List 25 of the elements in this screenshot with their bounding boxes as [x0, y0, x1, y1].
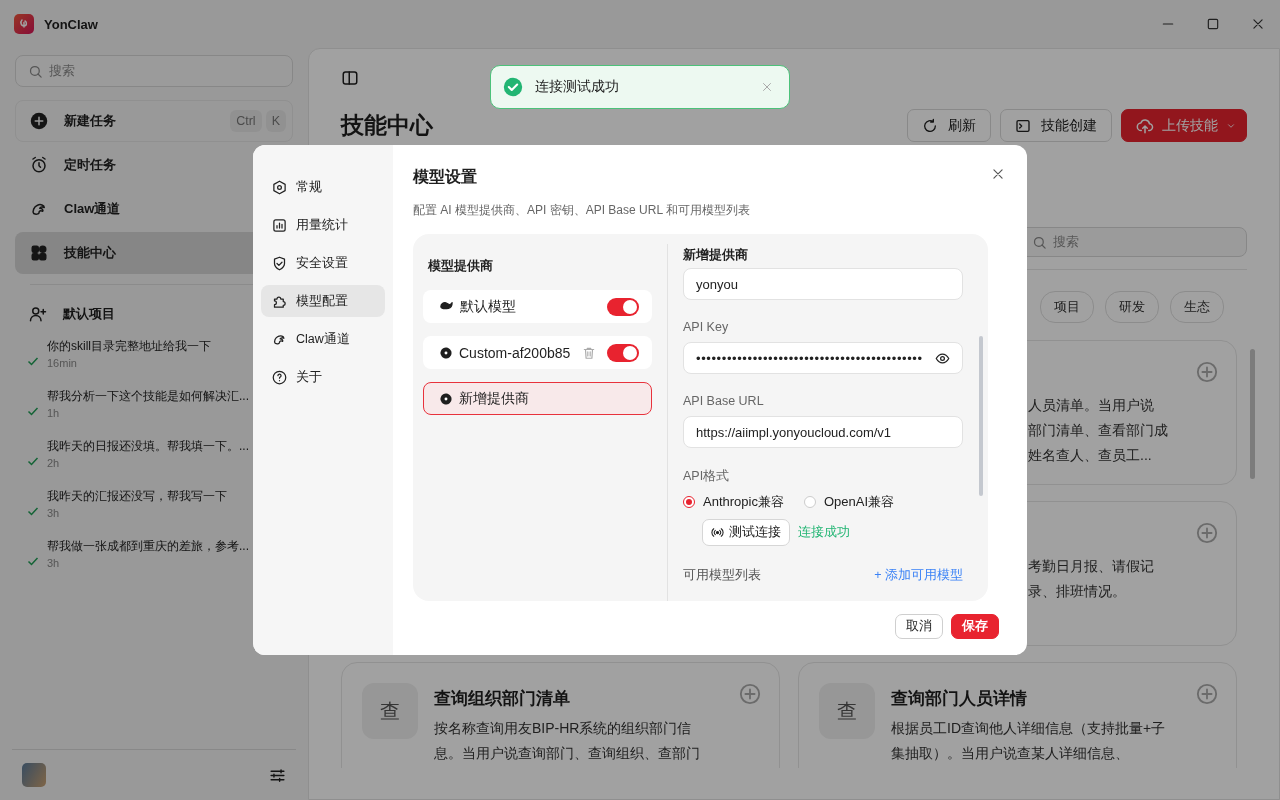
skill-description: 考勤日月报、请假记 — [1028, 557, 1155, 576]
skill-description: 根据员工ID查询他人详细信息（支持批量+子集抽取）。当用户说查某人详细信息、 — [891, 719, 1167, 763]
field-label: 可用模型列表 — [683, 567, 761, 584]
shortcut-key: K — [265, 110, 286, 132]
skill-description: 部门清单、查看部门成 — [1028, 421, 1169, 440]
field-label: API格式 — [683, 468, 731, 485]
section-heading: 模型提供商 — [426, 258, 494, 275]
skill-title: 查询部门人员详情 — [891, 688, 1028, 710]
skill-description: 录、排班情况。 — [1028, 582, 1127, 601]
field-label: API Key — [683, 320, 730, 334]
skill-icon: 查 — [819, 683, 875, 739]
skill-icon: 查 — [362, 683, 418, 739]
page-title: 技能中心 — [341, 111, 433, 140]
app-title: YonClaw — [44, 16, 98, 32]
toast-message: 连接测试成功 — [535, 78, 619, 96]
dialog-title: 模型设置 — [413, 167, 477, 187]
skill-description: 按名称查询用友BIP-HR系统的组织部门信息。当用户说查询部门、查询组织、查部门 — [434, 719, 701, 763]
skill-description: 人员清单。当用户说 — [1028, 396, 1155, 415]
shortcut-key: Ctrl — [230, 110, 262, 132]
connection-status: 连接成功 — [798, 524, 850, 541]
dialog-description: 配置 AI 模型提供商、API 密钥、API Base URL 和可用模型列表 — [413, 202, 750, 219]
skill-title: 查询组织部门清单 — [434, 688, 571, 710]
field-label: API Base URL — [683, 394, 765, 408]
section-heading: 新增提供商 — [683, 247, 749, 264]
skill-description: 姓名查人、查员工... — [1028, 446, 1153, 465]
